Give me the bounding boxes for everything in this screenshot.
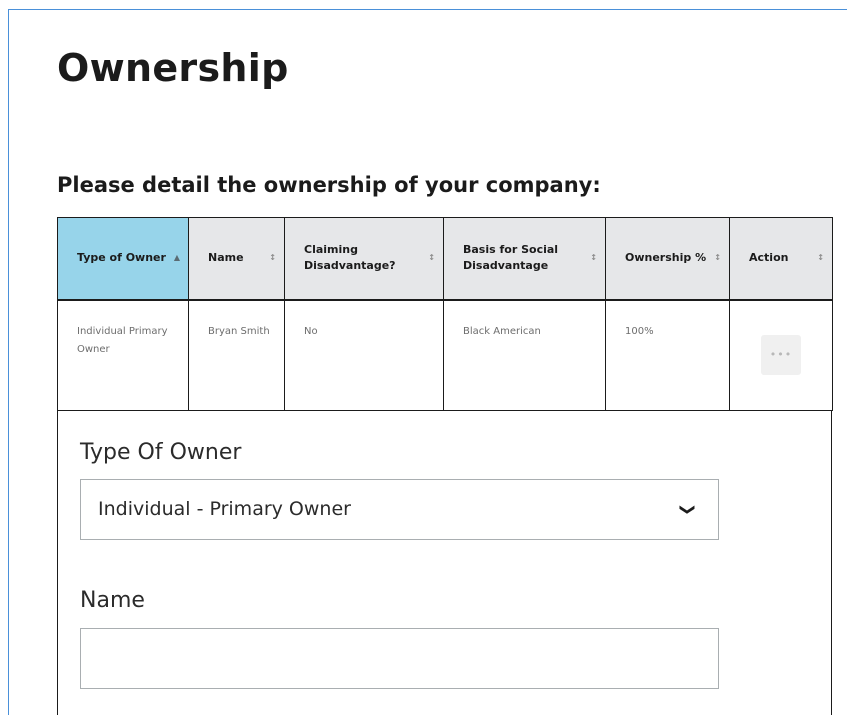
section-heading: Please detail the ownership of your comp… [57,173,601,197]
ownership-table: Type of Owner ▲ Name ↕ Claiming Disadvan… [57,217,833,411]
sort-icon: ↕ [817,253,824,263]
sort-icon: ↕ [714,253,721,263]
cell-action: ••• [729,299,833,411]
type-of-owner-label: Type Of Owner [80,440,242,465]
more-horizontal-icon: ••• [769,348,793,362]
name-label: Name [80,588,145,613]
table-header-row: Type of Owner ▲ Name ↕ Claiming Disadvan… [57,217,833,301]
column-header-ownership[interactable]: Ownership % ↕ [605,217,730,301]
more-actions-button[interactable]: ••• [761,335,801,376]
sort-icon: ↕ [428,253,435,263]
cell-ownership: 100% [605,299,730,411]
owner-form: Type Of Owner Individual - Primary Owner… [57,410,832,715]
column-header-action[interactable]: Action ↕ [729,217,833,301]
table-row: Individual Primary Owner Bryan Smith No … [57,299,833,411]
column-header-name[interactable]: Name ↕ [188,217,285,301]
chevron-down-icon: ❯ [679,503,698,516]
sort-icon: ↕ [269,253,276,263]
cell-name: Bryan Smith [188,299,285,411]
cell-claiming-disadvantage: No [284,299,444,411]
column-header-type-of-owner[interactable]: Type of Owner ▲ [57,217,189,301]
name-input[interactable] [80,628,719,689]
cell-basis: Black American [443,299,606,411]
cell-type-of-owner: Individual Primary Owner [57,299,189,411]
page-title: Ownership [57,46,289,90]
type-of-owner-value: Individual - Primary Owner [98,498,351,520]
column-header-basis[interactable]: Basis for Social Disadvantage ↕ [443,217,606,301]
type-of-owner-select[interactable]: Individual - Primary Owner ❯ [80,479,719,540]
column-header-claiming-disadvantage[interactable]: Claiming Disadvantage? ↕ [284,217,444,301]
sort-icon: ↕ [590,253,597,263]
sort-ascending-icon: ▲ [173,253,180,263]
